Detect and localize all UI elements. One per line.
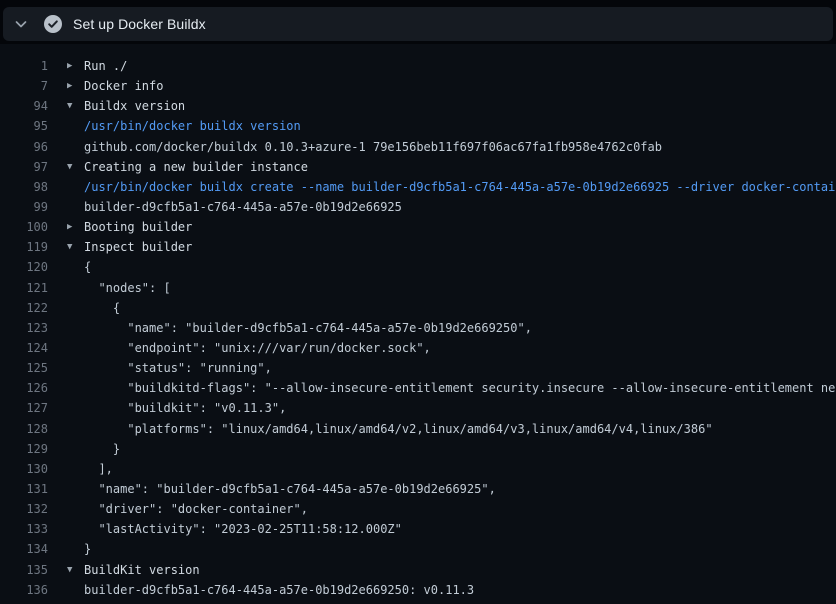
- line-number[interactable]: 100: [0, 220, 48, 234]
- log-output-text: "nodes": [: [84, 281, 171, 295]
- log-line: 122 {: [0, 298, 836, 318]
- line-number[interactable]: 1: [0, 59, 48, 73]
- log-line: 120 {: [0, 257, 836, 277]
- log-line[interactable]: 119▼Inspect builder: [0, 237, 836, 257]
- caret-expanded-icon[interactable]: ▼: [48, 101, 84, 111]
- line-number[interactable]: 136: [0, 583, 48, 597]
- line-number[interactable]: 97: [0, 160, 48, 174]
- line-number[interactable]: 124: [0, 341, 48, 355]
- line-number[interactable]: 119: [0, 240, 48, 254]
- line-number[interactable]: 132: [0, 502, 48, 516]
- log-output-text: {: [84, 260, 91, 274]
- log-group-title: Docker info: [84, 79, 163, 93]
- log-line: 128 "platforms": "linux/amd64,linux/amd6…: [0, 419, 836, 439]
- log-output-text: "buildkit": "v0.11.3",: [84, 401, 286, 415]
- log-line[interactable]: 7▶Docker info: [0, 76, 836, 96]
- log-line: 133 "lastActivity": "2023-02-25T11:58:12…: [0, 519, 836, 539]
- log-group-title: Buildx version: [84, 99, 185, 113]
- log-line: 95/usr/bin/docker buildx version: [0, 116, 836, 136]
- line-number[interactable]: 135: [0, 563, 48, 577]
- line-number[interactable]: 133: [0, 522, 48, 536]
- log-group-title: Inspect builder: [84, 240, 192, 254]
- line-number[interactable]: 129: [0, 442, 48, 456]
- check-circle-icon: [43, 14, 63, 34]
- log-output-text: "driver": "docker-container",: [84, 502, 308, 516]
- line-number[interactable]: 130: [0, 462, 48, 476]
- log-output-text: "endpoint": "unix:///var/run/docker.sock…: [84, 341, 431, 355]
- step-header-wrap: Set up Docker Buildx: [0, 0, 836, 44]
- log-output-text: "name": "builder-d9cfb5a1-c764-445a-a57e…: [84, 482, 496, 496]
- log-output-text: builder-d9cfb5a1-c764-445a-a57e-0b19d2e6…: [84, 200, 402, 214]
- line-number[interactable]: 127: [0, 401, 48, 415]
- log-command-text: /usr/bin/docker buildx version: [84, 119, 301, 133]
- log-line: 123 "name": "builder-d9cfb5a1-c764-445a-…: [0, 318, 836, 338]
- log-line: 130 ],: [0, 459, 836, 479]
- log-output-text: {: [84, 301, 120, 315]
- caret-expanded-icon[interactable]: ▼: [48, 565, 84, 575]
- log-output-text: github.com/docker/buildx 0.10.3+azure-1 …: [84, 140, 662, 154]
- line-number[interactable]: 122: [0, 301, 48, 315]
- log-container: 1▶Run ./7▶Docker info94▼Buildx version95…: [0, 44, 836, 604]
- caret-collapsed-icon[interactable]: ▶: [48, 81, 84, 91]
- line-number[interactable]: 94: [0, 99, 48, 113]
- step-title: Set up Docker Buildx: [73, 16, 206, 32]
- log-line: 127 "buildkit": "v0.11.3",: [0, 398, 836, 418]
- line-number[interactable]: 121: [0, 281, 48, 295]
- step-header[interactable]: Set up Docker Buildx: [3, 7, 833, 41]
- log-line: 131 "name": "builder-d9cfb5a1-c764-445a-…: [0, 479, 836, 499]
- log-group-title: Creating a new builder instance: [84, 160, 308, 174]
- line-number[interactable]: 123: [0, 321, 48, 335]
- line-number[interactable]: 128: [0, 422, 48, 436]
- log-line[interactable]: 100▶Booting builder: [0, 217, 836, 237]
- line-number[interactable]: 7: [0, 79, 48, 93]
- line-number[interactable]: 131: [0, 482, 48, 496]
- log-group-title: BuildKit version: [84, 563, 200, 577]
- line-number[interactable]: 125: [0, 361, 48, 375]
- log-output-text: "lastActivity": "2023-02-25T11:58:12.000…: [84, 522, 402, 536]
- log-line: 98/usr/bin/docker buildx create --name b…: [0, 177, 836, 197]
- caret-expanded-icon[interactable]: ▼: [48, 162, 84, 172]
- line-number[interactable]: 134: [0, 542, 48, 556]
- chevron-down-icon[interactable]: [13, 16, 29, 32]
- log-line: 126 "buildkitd-flags": "--allow-insecure…: [0, 378, 836, 398]
- line-number[interactable]: 120: [0, 260, 48, 274]
- log-output-text: "name": "builder-d9cfb5a1-c764-445a-a57e…: [84, 321, 532, 335]
- log-output-text: }: [84, 542, 91, 556]
- log-line: 134}: [0, 539, 836, 559]
- log-output-text: "status": "running",: [84, 361, 272, 375]
- log-line: 96 github.com/docker/buildx 0.10.3+azure-…: [0, 137, 836, 157]
- log-line: 121 "nodes": [: [0, 278, 836, 298]
- log-line: 132 "driver": "docker-container",: [0, 499, 836, 519]
- log-command-text: /usr/bin/docker buildx create --name bui…: [84, 180, 836, 194]
- log-line[interactable]: 97▼Creating a new builder instance: [0, 157, 836, 177]
- line-number[interactable]: 98: [0, 180, 48, 194]
- log-line: 99 builder-d9cfb5a1-c764-445a-a57e-0b19d2…: [0, 197, 836, 217]
- log-group-title: Booting builder: [84, 220, 192, 234]
- log-line[interactable]: 94▼Buildx version: [0, 96, 836, 116]
- line-number[interactable]: 126: [0, 381, 48, 395]
- line-number[interactable]: 96: [0, 140, 48, 154]
- log-output-text: ],: [84, 462, 113, 476]
- line-number[interactable]: 95: [0, 119, 48, 133]
- log-line: 125 "status": "running",: [0, 358, 836, 378]
- log-output-text: builder-d9cfb5a1-c764-445a-a57e-0b19d2e6…: [84, 583, 474, 597]
- caret-expanded-icon[interactable]: ▼: [48, 242, 84, 252]
- log-output-text: "buildkitd-flags": "--allow-insecure-ent…: [84, 381, 836, 395]
- log-line[interactable]: 135▼BuildKit version: [0, 560, 836, 580]
- log-line: 129 }: [0, 439, 836, 459]
- log-line[interactable]: 1▶Run ./: [0, 56, 836, 76]
- log-line: 124 "endpoint": "unix:///var/run/docker.…: [0, 338, 836, 358]
- log-output-text: "platforms": "linux/amd64,linux/amd64/v2…: [84, 422, 713, 436]
- log-line: 136 builder-d9cfb5a1-c764-445a-a57e-0b19d…: [0, 580, 836, 600]
- caret-collapsed-icon[interactable]: ▶: [48, 222, 84, 232]
- caret-collapsed-icon[interactable]: ▶: [48, 61, 84, 71]
- log-output-text: }: [84, 442, 120, 456]
- log-group-title: Run ./: [84, 59, 127, 73]
- line-number[interactable]: 99: [0, 200, 48, 214]
